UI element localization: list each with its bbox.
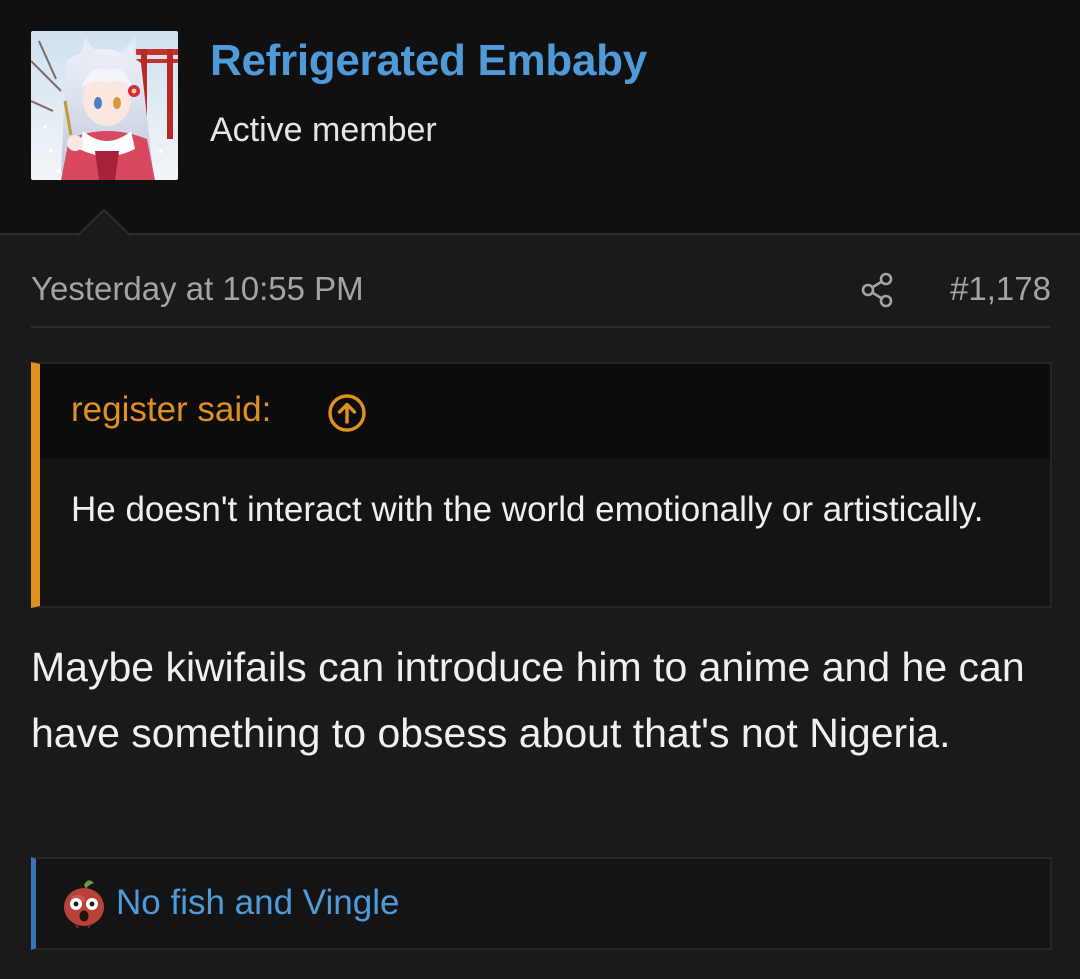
user-title: Active member [210,111,437,149]
quote-text: He doesn't interact with the world emoti… [71,490,984,529]
reaction-summary-link[interactable]: No fish and Vingle [116,883,399,923]
shocked-face-reaction-icon [60,879,108,929]
post-number-link[interactable]: #1,178 [950,270,1051,308]
reactions-bar[interactable]: No fish and Vingle [31,857,1052,950]
quote-block: register said: He doesn't interact with … [31,362,1052,608]
post-timestamp-link[interactable]: Yesterday at 10:55 PM [31,270,364,308]
avatar[interactable] [31,31,178,180]
arrow-up-circle-icon[interactable] [327,393,367,433]
post-page: Refrigerated Embaby Active member Yester… [0,0,1080,979]
quote-author-link[interactable]: register said: [71,390,271,430]
arrow-pointer-icon [77,209,131,237]
share-icon[interactable] [859,272,895,308]
post-meta: Yesterday at 10:55 PM #1,178 [31,258,1051,328]
post-message: Maybe kiwifails can introduce him to ani… [31,644,1025,756]
username-link[interactable]: Refrigerated Embaby [210,36,647,86]
post-user-header: Refrigerated Embaby Active member [0,0,1080,237]
quote-header: register said: [40,364,1050,458]
